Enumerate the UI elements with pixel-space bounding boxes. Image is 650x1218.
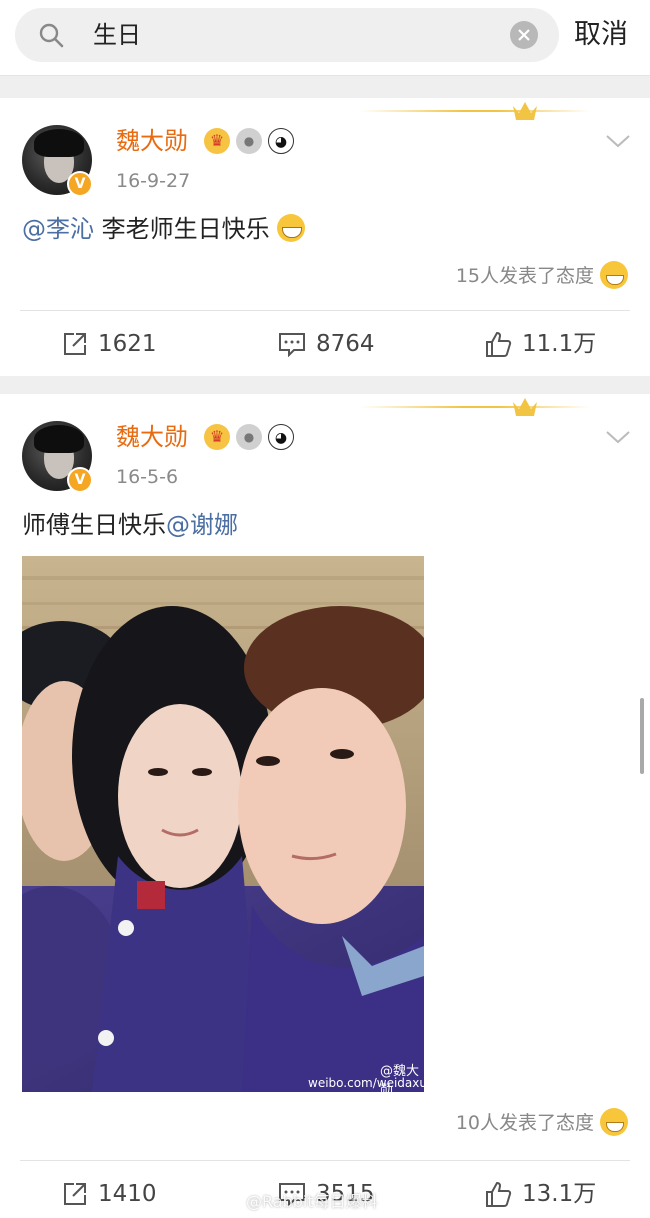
grin-emoji — [600, 1108, 628, 1136]
crown-divider — [360, 110, 590, 112]
like-button[interactable]: 11.1万 — [484, 327, 596, 361]
medal-badge-icon: ● — [236, 128, 262, 154]
panda-badge-icon: ◕ — [268, 424, 294, 450]
username[interactable]: 魏大勋 — [116, 125, 188, 157]
chevron-down-icon[interactable] — [604, 132, 632, 150]
like-icon — [486, 331, 512, 357]
reactions-summary[interactable]: 15人发表了态度 — [456, 261, 628, 291]
chevron-down-icon[interactable] — [604, 428, 632, 446]
repost-count: 1410 — [98, 1181, 157, 1207]
crown-badge-icon: ♛ — [204, 128, 230, 154]
clear-icon[interactable] — [510, 21, 538, 49]
weibo-post: V 魏大勋 ♛ ● ◕ 16-5-6 师傅生日快乐@谢娜 @魏大勋 weibo.… — [0, 394, 650, 1218]
action-bar: 1621 8764 11.1万 — [20, 310, 630, 376]
username[interactable]: 魏大勋 — [116, 421, 188, 453]
grin-emoji — [277, 214, 306, 242]
search-icon — [39, 23, 64, 48]
crown-divider — [360, 406, 590, 408]
reactions-text: 15人发表了态度 — [455, 265, 594, 287]
search-box[interactable]: 生日 — [15, 8, 559, 62]
repost-count: 1621 — [98, 331, 157, 357]
verified-badge: V — [67, 171, 93, 197]
post-body: 师傅生日快乐 — [22, 511, 166, 539]
grin-emoji — [600, 261, 628, 289]
comment-icon — [279, 333, 305, 357]
mention-link[interactable]: @李沁 — [22, 215, 94, 243]
repost-icon — [64, 1183, 86, 1205]
like-button[interactable]: 13.1万 — [484, 1177, 596, 1211]
repost-button[interactable]: 1410 — [62, 1177, 157, 1211]
post-text: 师傅生日快乐@谢娜 — [22, 508, 238, 542]
like-icon — [486, 1181, 512, 1207]
photo-watermark-url: weibo.com/weidaxun — [308, 1076, 424, 1090]
search-header: 生日 取消 — [0, 0, 650, 76]
weibo-post: V 魏大勋 ♛ ● ◕ 16-9-27 @李沁 李老师生日快乐 15人发表了态度… — [0, 98, 650, 376]
mention-link[interactable]: @谢娜 — [166, 511, 238, 539]
comment-button[interactable]: 8764 — [278, 327, 375, 361]
selfie-photo-image — [22, 556, 424, 1092]
like-count: 11.1万 — [522, 331, 597, 357]
post-text: @李沁 李老师生日快乐 — [22, 212, 306, 246]
cancel-button[interactable]: 取消 — [574, 18, 628, 52]
post-body: 李老师生日快乐 — [94, 215, 270, 243]
crown-icon — [513, 398, 537, 416]
scrollbar[interactable] — [640, 698, 644, 774]
reactions-summary[interactable]: 10人发表了态度 — [456, 1108, 628, 1138]
repost-button[interactable]: 1621 — [62, 327, 157, 361]
crown-icon — [513, 102, 537, 120]
panda-badge-icon: ◕ — [268, 128, 294, 154]
overlay-watermark: @Rabbit每日爆料 — [246, 1192, 378, 1211]
search-input[interactable]: 生日 — [93, 19, 141, 51]
like-count: 13.1万 — [522, 1181, 597, 1207]
repost-icon — [64, 333, 86, 355]
crown-badge-icon: ♛ — [204, 424, 230, 450]
medal-badge-icon: ● — [236, 424, 262, 450]
post-timestamp: 16-9-27 — [116, 170, 191, 192]
reactions-text: 10人发表了态度 — [455, 1112, 594, 1134]
post-timestamp: 16-5-6 — [116, 466, 179, 488]
verified-badge: V — [67, 467, 93, 493]
post-photo[interactable]: @魏大勋 weibo.com/weidaxun — [22, 556, 424, 1092]
comment-count: 8764 — [316, 331, 375, 357]
